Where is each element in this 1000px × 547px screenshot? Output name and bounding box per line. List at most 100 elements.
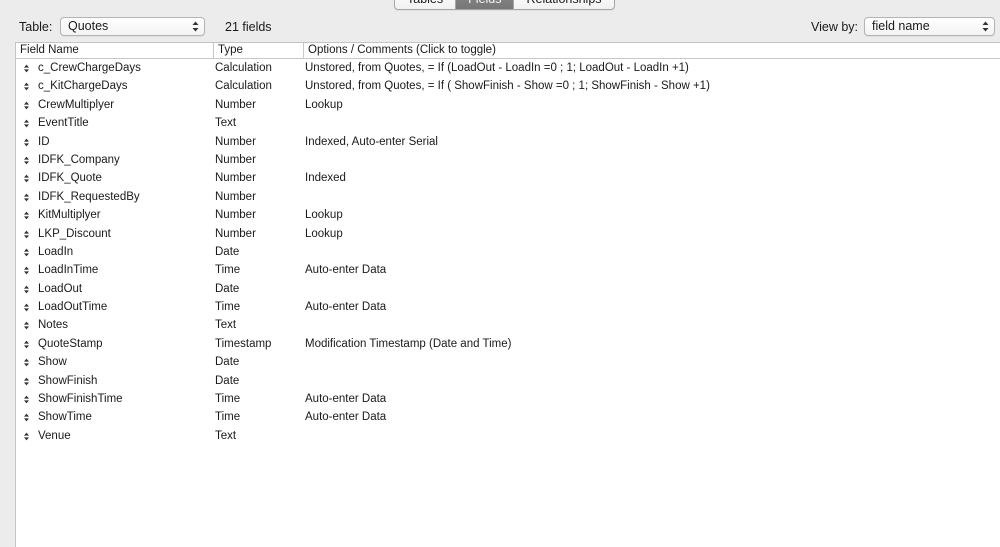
- field-options-cell[interactable]: Indexed, Auto-enter Serial: [305, 133, 438, 151]
- field-name-cell: Venue: [38, 429, 71, 442]
- table-row[interactable]: LoadIn Date: [16, 243, 1000, 261]
- drag-handle-icon[interactable]: [24, 82, 29, 91]
- drag-handle-icon[interactable]: [24, 193, 29, 202]
- view-by-label: View by:: [811, 20, 859, 34]
- drag-handle-icon[interactable]: [24, 248, 29, 257]
- field-name-cell: CrewMultiplyer: [38, 98, 115, 111]
- field-options-cell[interactable]: Lookup: [305, 225, 343, 243]
- field-name-cell: LoadOutTime: [38, 301, 108, 314]
- field-options-cell[interactable]: Unstored, from Quotes, = If ( ShowFinish…: [305, 77, 710, 95]
- field-type-cell: Time: [215, 264, 241, 277]
- field-type-cell: Number: [215, 153, 256, 166]
- table-row[interactable]: Notes Text: [16, 316, 1000, 334]
- field-type-cell: Timestamp: [215, 337, 272, 350]
- table-row[interactable]: Venue Text: [16, 427, 1000, 445]
- table-row[interactable]: LoadOutTime Time Auto-enter Data: [16, 298, 1000, 316]
- table-row[interactable]: LKP_Discount Number Lookup: [16, 225, 1000, 243]
- field-type-cell: Date: [215, 356, 240, 369]
- field-options-cell[interactable]: Unstored, from Quotes, = If (LoadOut - L…: [305, 59, 689, 77]
- field-type-cell: Text: [215, 117, 237, 130]
- field-type-cell: Text: [215, 429, 237, 442]
- drag-handle-icon[interactable]: [24, 211, 29, 220]
- column-header-type[interactable]: Type: [213, 43, 303, 58]
- table-row[interactable]: IDFK_Company Number: [16, 151, 1000, 169]
- field-type-cell: Number: [215, 172, 256, 185]
- field-name-cell: LoadInTime: [38, 264, 99, 277]
- field-options-cell[interactable]: Indexed: [305, 169, 346, 187]
- field-type-cell: Number: [215, 227, 256, 240]
- column-header-field-name[interactable]: Field Name: [16, 43, 213, 58]
- table-row[interactable]: LoadOut Date: [16, 280, 1000, 298]
- table-row[interactable]: ID Number Indexed, Auto-enter Serial: [16, 133, 1000, 151]
- drag-handle-icon[interactable]: [24, 138, 29, 147]
- field-type-cell: Number: [215, 209, 256, 222]
- field-type-cell: Time: [215, 393, 241, 406]
- field-type-cell: Date: [215, 374, 240, 387]
- tab-relationships[interactable]: Relationships: [514, 0, 613, 9]
- field-options-cell[interactable]: Lookup: [305, 206, 343, 224]
- field-name-cell: c_CrewChargeDays: [38, 62, 141, 74]
- table-row[interactable]: EventTitle Text: [16, 114, 1000, 132]
- tab-fields[interactable]: Fields: [456, 0, 515, 9]
- field-type-cell: Time: [215, 301, 241, 314]
- table-row[interactable]: KitMultiplyer Number Lookup: [16, 206, 1000, 224]
- drag-handle-icon[interactable]: [24, 377, 29, 386]
- field-name-cell: KitMultiplyer: [38, 209, 101, 222]
- drag-handle-icon[interactable]: [24, 285, 29, 294]
- table-select[interactable]: Quotes: [60, 17, 205, 36]
- drag-handle-icon[interactable]: [24, 101, 29, 110]
- fields-table: Field Name Type Options / Comments (Clic…: [15, 42, 1000, 547]
- table-row[interactable]: IDFK_RequestedBy Number: [16, 188, 1000, 206]
- table-row[interactable]: LoadInTime Time Auto-enter Data: [16, 261, 1000, 279]
- field-type-cell: Number: [215, 135, 256, 148]
- table-row[interactable]: ShowFinish Date: [16, 372, 1000, 390]
- field-options-cell[interactable]: Auto-enter Data: [305, 298, 386, 316]
- drag-handle-icon[interactable]: [24, 64, 29, 73]
- drag-handle-icon[interactable]: [24, 432, 29, 441]
- table-row[interactable]: IDFK_Quote Number Indexed: [16, 169, 1000, 187]
- table-row[interactable]: QuoteStamp Timestamp Modification Timestam…: [16, 335, 1000, 353]
- field-type-cell: Time: [215, 411, 241, 424]
- field-name-cell: Show: [38, 356, 67, 369]
- up-down-arrows-icon: [192, 21, 199, 32]
- field-name-cell: IDFK_Quote: [38, 172, 102, 185]
- field-options-cell[interactable]: Auto-enter Data: [305, 408, 386, 426]
- field-type-cell: Date: [215, 282, 240, 295]
- view-tabs: Tables Fields Relationships: [394, 0, 615, 10]
- field-name-cell: IDFK_Company: [38, 153, 120, 166]
- manage-database-window: Tables Fields Relationships Table: Quote…: [0, 0, 1000, 547]
- field-count: 21 fields: [225, 20, 272, 34]
- field-type-cell: Calculation: [215, 80, 272, 93]
- tab-tables[interactable]: Tables: [395, 0, 457, 9]
- field-type-cell: Text: [215, 319, 237, 332]
- field-options-cell[interactable]: Modification Timestamp (Date and Time): [305, 335, 511, 353]
- field-name-cell: LoadIn: [38, 245, 74, 258]
- view-by-select[interactable]: field name: [864, 17, 995, 36]
- field-options-cell[interactable]: Auto-enter Data: [305, 390, 386, 408]
- column-header-options[interactable]: Options / Comments (Click to toggle): [303, 43, 1000, 58]
- view-by-select-value: field name: [872, 19, 930, 33]
- drag-handle-icon[interactable]: [24, 358, 29, 367]
- drag-handle-icon[interactable]: [24, 174, 29, 183]
- table-row[interactable]: ShowFinishTime Time Auto-enter Data: [16, 390, 1000, 408]
- table-label: Table:: [19, 20, 53, 34]
- field-name-cell: c_KitChargeDays: [38, 80, 128, 93]
- field-options-cell[interactable]: Auto-enter Data: [305, 261, 386, 279]
- table-row[interactable]: CrewMultiplyer Number Lookup: [16, 96, 1000, 114]
- table-row[interactable]: c_KitChargeDays Calculation Unstored, from…: [16, 77, 1000, 95]
- drag-handle-icon[interactable]: [24, 321, 29, 330]
- drag-handle-icon[interactable]: [24, 266, 29, 275]
- drag-handle-icon[interactable]: [24, 395, 29, 404]
- field-name-cell: ShowFinish: [38, 374, 98, 387]
- table-row[interactable]: ShowTime Time Auto-enter Data: [16, 408, 1000, 426]
- drag-handle-icon[interactable]: [24, 303, 29, 312]
- drag-handle-icon[interactable]: [24, 230, 29, 239]
- table-row[interactable]: Show Date: [16, 353, 1000, 371]
- field-options-cell[interactable]: Lookup: [305, 96, 343, 114]
- drag-handle-icon[interactable]: [24, 119, 29, 128]
- field-name-cell: LKP_Discount: [38, 227, 111, 240]
- drag-handle-icon[interactable]: [24, 156, 29, 165]
- table-row[interactable]: c_CrewChargeDays Calculation Unstored, fro…: [16, 59, 1000, 77]
- drag-handle-icon[interactable]: [24, 413, 29, 422]
- drag-handle-icon[interactable]: [24, 340, 29, 349]
